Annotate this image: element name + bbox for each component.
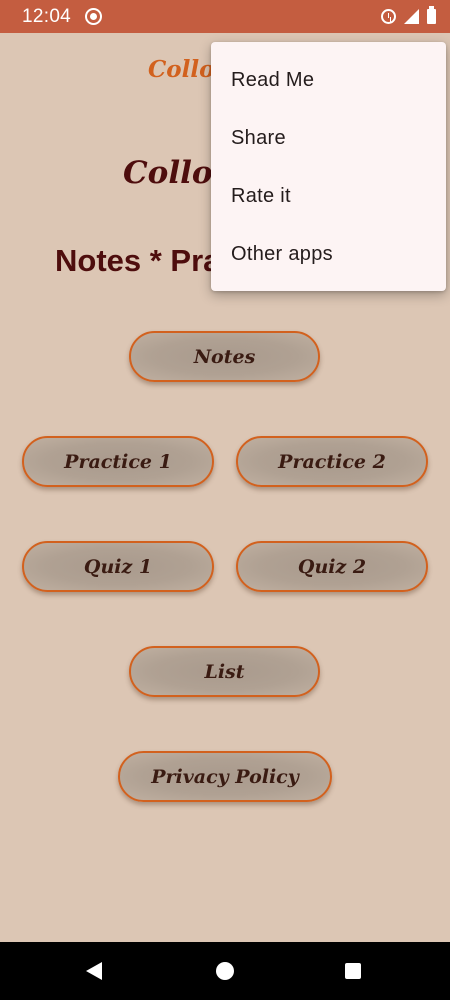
app-notification-icon: [85, 8, 103, 25]
app-title-small: Collo: [148, 56, 215, 83]
home-icon[interactable]: [216, 962, 234, 980]
notes-button[interactable]: Notes: [129, 331, 320, 382]
privacy-policy-button[interactable]: Privacy Policy: [118, 751, 332, 802]
menu-item-other-apps[interactable]: Other apps: [211, 225, 446, 283]
battery-icon: [427, 6, 436, 24]
signal-icon: [404, 9, 419, 24]
status-time: 12:04: [22, 5, 72, 27]
quiz-1-button[interactable]: Quiz 1: [22, 541, 214, 592]
status-icons: [381, 6, 436, 24]
quiz-2-button[interactable]: Quiz 2: [236, 541, 428, 592]
recents-icon[interactable]: [345, 963, 361, 979]
overflow-menu: Read Me Share Rate it Other apps: [211, 42, 446, 291]
back-icon[interactable]: [86, 962, 102, 980]
status-bar: 12:04: [0, 0, 450, 33]
menu-item-rate-it[interactable]: Rate it: [211, 167, 446, 225]
practice-2-button[interactable]: Practice 2: [236, 436, 428, 487]
navigation-bar: [0, 942, 450, 1000]
alarm-icon: [381, 9, 396, 24]
practice-1-button[interactable]: Practice 1: [22, 436, 214, 487]
app-subtitle: Notes * Pra: [55, 243, 221, 278]
list-button[interactable]: List: [129, 646, 320, 697]
menu-item-read-me[interactable]: Read Me: [211, 51, 446, 109]
menu-item-share[interactable]: Share: [211, 109, 446, 167]
